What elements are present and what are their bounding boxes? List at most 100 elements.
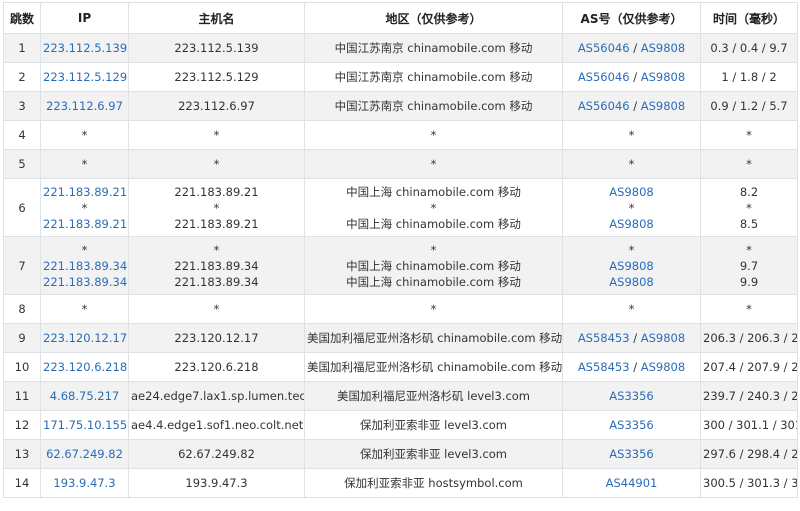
region-text: 美国加利福尼亚州洛杉矶 chinamobile.com 移动: [307, 360, 563, 374]
hostname-text: *: [213, 242, 220, 257]
ip-cell: 223.120.12.17: [40, 323, 129, 353]
ip-link[interactable]: 221.183.89.34: [43, 259, 127, 273]
region-text: 中国上海 chinamobile.com 移动: [346, 216, 521, 231]
ip-link[interactable]: 223.112.6.97: [46, 99, 123, 113]
asn-link[interactable]: AS9808: [641, 70, 685, 84]
hostname-cell: 62.67.249.82: [128, 439, 305, 469]
asn-link[interactable]: AS44901: [606, 476, 658, 490]
asn-link[interactable]: AS56046: [578, 99, 630, 113]
ip-timeout: *: [81, 200, 88, 215]
time-text: 8.5: [739, 216, 759, 231]
header-hostname: 主机名: [128, 2, 305, 34]
table-row: 1 223.112.5.139 223.112.5.139 中国江苏南京 chinam…: [3, 33, 798, 63]
hop-cell: 7: [3, 236, 41, 295]
hostname-text: 223.112.5.129: [174, 70, 259, 84]
ip-cell: * 221.183.89.34 221.183.89.34: [40, 236, 129, 295]
hop-cell: 2: [3, 62, 41, 92]
region-text: 中国江苏南京 chinamobile.com 移动: [334, 99, 533, 113]
ip-timeout: *: [81, 302, 88, 316]
hostname-cell: 193.9.47.3: [128, 468, 305, 498]
region-cell: 保加利亚索非亚 level3.com: [304, 410, 563, 440]
asn-link[interactable]: AS58453: [578, 331, 630, 345]
region-text: *: [430, 128, 437, 142]
asn-link[interactable]: AS9808: [609, 259, 653, 273]
ip-link[interactable]: 4.68.75.217: [50, 389, 120, 403]
ip-link[interactable]: 221.183.89.21: [43, 217, 127, 231]
region-text: 中国上海 chinamobile.com 移动: [346, 274, 521, 289]
asn-cell: AS3356: [562, 439, 701, 469]
ip-cell: *: [40, 120, 129, 150]
time-cell: 239.7 / 240.3 / 245.1: [700, 381, 798, 411]
time-cell: 297.6 / 298.4 / 298.5: [700, 439, 798, 469]
ip-cell: 4.68.75.217: [40, 381, 129, 411]
asn-cell: AS56046 / AS9808: [562, 91, 701, 121]
table-row: 14 193.9.47.3 193.9.47.3 保加利亚索非亚 hostsymbol…: [3, 468, 798, 498]
traceroute-table: 跳数 IP 主机名 地区（仅供参考） AS号（仅供参考） 时间（毫秒） 1 223…: [3, 2, 798, 498]
ip-timeout: *: [81, 128, 88, 142]
region-text: 中国上海 chinamobile.com 移动: [346, 258, 521, 273]
asn-link[interactable]: AS9808: [641, 99, 685, 113]
asn-link[interactable]: AS9808: [641, 360, 685, 374]
ip-link[interactable]: 221.183.89.21: [43, 185, 127, 199]
asn-link[interactable]: AS56046: [578, 41, 630, 55]
time-text: 0.3 / 0.4 / 9.7: [710, 41, 788, 55]
ip-link[interactable]: 62.67.249.82: [46, 447, 123, 461]
asn-link[interactable]: AS9808: [609, 275, 653, 289]
hostname-text: 223.112.6.97: [178, 99, 255, 113]
table-row: 10 223.120.6.218 223.120.6.218 美国加利福尼亚州洛杉矶 …: [3, 352, 798, 382]
ip-link[interactable]: 223.112.5.139: [43, 41, 127, 55]
time-cell: 300 / 301.1 / 301.2: [700, 410, 798, 440]
asn-cell: AS58453 / AS9808: [562, 352, 701, 382]
table-row: 7 * 221.183.89.34 221.183.89.34 * 221.183.89.…: [3, 236, 798, 295]
ip-link[interactable]: 171.75.10.155: [43, 418, 127, 432]
region-cell: 中国江苏南京 chinamobile.com 移动: [304, 91, 563, 121]
asn-link[interactable]: AS56046: [578, 70, 630, 84]
time-cell: *: [700, 294, 798, 324]
hostname-cell: 223.120.12.17: [128, 323, 305, 353]
ip-timeout: *: [81, 242, 88, 257]
asn-cell: AS56046 / AS9808: [562, 33, 701, 63]
time-text: *: [746, 157, 752, 171]
region-text: 美国加利福尼亚州洛杉矶 chinamobile.com 移动: [307, 331, 563, 345]
region-text: *: [430, 157, 437, 171]
region-cell: *: [304, 294, 563, 324]
ip-link[interactable]: 193.9.47.3: [53, 476, 115, 490]
time-text: *: [746, 302, 752, 316]
time-text: 1 / 1.8 / 2: [721, 70, 777, 84]
asn-cell: *: [562, 120, 701, 150]
table-row: 2 223.112.5.129 223.112.5.129 中国江苏南京 chinam…: [3, 62, 798, 92]
hostname-cell: *: [128, 120, 305, 150]
asn-link[interactable]: AS9808: [609, 185, 653, 199]
hostname-cell: 223.112.5.129: [128, 62, 305, 92]
asn-cell: AS3356: [562, 381, 701, 411]
asn-link[interactable]: AS9808: [641, 331, 685, 345]
asn-link[interactable]: AS58453: [578, 360, 630, 374]
asn-link[interactable]: AS9808: [609, 217, 653, 231]
ip-link[interactable]: 221.183.89.34: [43, 275, 127, 289]
asn-link[interactable]: AS3356: [609, 447, 653, 461]
ip-cell: 62.67.249.82: [40, 439, 129, 469]
time-cell: *: [700, 149, 798, 179]
asn-timeout: *: [628, 200, 635, 215]
hostname-text: 62.67.249.82: [178, 447, 255, 461]
region-cell: 美国加利福尼亚州洛杉矶 chinamobile.com 移动: [304, 323, 563, 353]
asn-timeout: *: [628, 242, 635, 257]
asn-link[interactable]: AS3356: [609, 389, 653, 403]
table-row: 3 223.112.6.97 223.112.6.97 中国江苏南京 chinamob…: [3, 91, 798, 121]
ip-link[interactable]: 223.112.5.129: [43, 70, 127, 84]
table-body: 1 223.112.5.139 223.112.5.139 中国江苏南京 chinam…: [3, 33, 798, 498]
asn-link[interactable]: AS9808: [641, 41, 685, 55]
hostname-text: ae4.4.edge1.sof1.neo.colt.net: [131, 418, 304, 432]
ip-link[interactable]: 223.120.12.17: [43, 331, 127, 345]
asn-timeout: *: [628, 128, 635, 142]
time-text: 239.7 / 240.3 / 245.1: [703, 389, 797, 403]
hostname-cell: 223.120.6.218: [128, 352, 305, 382]
asn-cell: * AS9808 AS9808: [562, 236, 701, 295]
region-text: 保加利亚索非亚 level3.com: [359, 418, 508, 432]
table-row: 8 * * * * *: [3, 294, 798, 324]
ip-link[interactable]: 223.120.6.218: [43, 360, 127, 374]
region-cell: 保加利亚索非亚 hostsymbol.com: [304, 468, 563, 498]
region-text: 中国江苏南京 chinamobile.com 移动: [334, 41, 533, 55]
asn-link[interactable]: AS3356: [609, 418, 653, 432]
ip-cell: 223.112.6.97: [40, 91, 129, 121]
